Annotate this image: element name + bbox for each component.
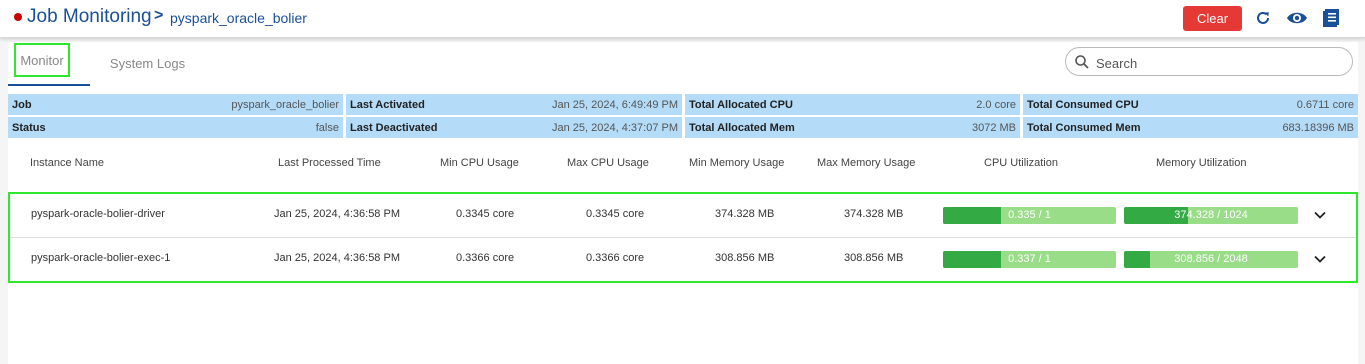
col-max-memory: Max Memory Usage — [817, 157, 916, 169]
summary-allocated-mem: Total Allocated Mem 3072 MB — [685, 117, 1020, 138]
eye-icon[interactable] — [1286, 9, 1307, 29]
tab-bar: Monitor System Logs — [8, 42, 1358, 86]
summary-allocated-cpu: Total Allocated CPU 2.0 core — [685, 94, 1020, 115]
col-min-cpu: Min CPU Usage — [440, 157, 519, 169]
min-memory-usage: 308.856 MB — [715, 252, 775, 264]
summary-job-value: pyspark_oracle_bolier — [231, 98, 339, 111]
summary-last-deactivated: Last Deactivated Jan 25, 2024, 4:37:07 P… — [346, 117, 682, 138]
summary-allocated-cpu-value: 2.0 core — [976, 98, 1016, 111]
search-box[interactable] — [1065, 47, 1353, 76]
memory-utilization-text: 374.328 / 1024 — [1174, 209, 1248, 221]
refresh-icon[interactable] — [1254, 9, 1274, 29]
tab-monitor[interactable]: Monitor — [8, 42, 90, 86]
summary-allocated-mem-value: 3072 MB — [971, 121, 1016, 134]
max-memory-usage: 308.856 MB — [844, 252, 904, 264]
table-row[interactable]: pyspark-oracle-bolier-exec-1 Jan 25, 202… — [10, 238, 1356, 281]
summary-job-label: Job — [12, 98, 32, 111]
summary-allocated-mem-label: Total Allocated Mem — [689, 121, 795, 134]
instance-name: pyspark-oracle-bolier-driver — [31, 208, 165, 220]
job-summary-grid: Job pyspark_oracle_bolier Status false L… — [8, 94, 1358, 139]
last-processed-time: Jan 25, 2024, 4:36:58 PM — [274, 252, 400, 264]
table-row[interactable]: pyspark-oracle-bolier-driver Jan 25, 202… — [10, 194, 1356, 238]
summary-allocated-cpu-label: Total Allocated CPU — [689, 98, 793, 111]
summary-last-activated-value: Jan 25, 2024, 6:49:49 PM — [552, 98, 678, 111]
min-cpu-usage: 0.3366 core — [456, 252, 515, 264]
tab-monitor-label: Monitor — [14, 43, 70, 77]
cpu-utilization-bar: 0.337 / 1 — [943, 251, 1116, 268]
summary-last-activated: Last Activated Jan 25, 2024, 6:49:49 PM — [346, 94, 682, 115]
table-header: Instance Name Last Processed Time Min CP… — [8, 157, 1358, 179]
memory-utilization-bar: 308.856 / 2048 — [1124, 251, 1298, 268]
last-processed-time: Jan 25, 2024, 4:36:58 PM — [274, 208, 400, 220]
summary-consumed-mem: Total Consumed Mem 683.18396 MB — [1023, 117, 1358, 138]
search-input[interactable] — [1094, 53, 1348, 73]
summary-consumed-mem-value: 683.18396 MB — [1282, 121, 1354, 134]
col-last-processed: Last Processed Time — [278, 157, 381, 169]
min-memory-usage: 374.328 MB — [715, 208, 775, 220]
cpu-utilization-bar: 0.335 / 1 — [943, 207, 1116, 224]
expand-chevron-down-icon[interactable] — [1313, 252, 1327, 266]
min-cpu-usage: 0.3345 core — [456, 208, 515, 220]
summary-status: Status false — [8, 117, 343, 138]
summary-consumed-mem-label: Total Consumed Mem — [1027, 121, 1141, 134]
search-icon — [1074, 54, 1090, 70]
col-memory-utilization: Memory Utilization — [1156, 157, 1247, 169]
summary-consumed-cpu-value: 0.6711 core — [1296, 98, 1354, 111]
content-panel: Monitor System Logs Instance Name Last P… — [8, 42, 1358, 364]
max-cpu-usage: 0.3345 core — [586, 208, 645, 220]
col-max-cpu: Max CPU Usage — [567, 157, 649, 169]
instance-rows: pyspark-oracle-bolier-driver Jan 25, 202… — [8, 192, 1358, 283]
col-instance-name: Instance Name — [30, 157, 104, 169]
summary-consumed-cpu: Total Consumed CPU 0.6711 core — [1023, 94, 1358, 115]
expand-chevron-down-icon[interactable] — [1313, 208, 1327, 222]
clear-button[interactable]: Clear — [1183, 6, 1242, 31]
summary-job: Job pyspark_oracle_bolier — [8, 94, 343, 115]
cpu-utilization-text: 0.337 / 1 — [1008, 253, 1051, 265]
log-book-icon[interactable] — [1322, 8, 1342, 28]
summary-status-value: false — [315, 121, 339, 134]
memory-utilization-bar: 374.328 / 1024 — [1124, 207, 1298, 224]
memory-utilization-text: 308.856 / 2048 — [1174, 253, 1248, 265]
max-memory-usage: 374.328 MB — [844, 208, 904, 220]
col-min-memory: Min Memory Usage — [689, 157, 785, 169]
instance-name: pyspark-oracle-bolier-exec-1 — [31, 252, 171, 264]
summary-last-activated-label: Last Activated — [350, 98, 425, 111]
max-cpu-usage: 0.3366 core — [586, 252, 645, 264]
summary-status-label: Status — [12, 121, 46, 134]
summary-last-deactivated-label: Last Deactivated — [350, 121, 438, 134]
page-title: Job Monitoring — [27, 6, 152, 27]
summary-consumed-cpu-label: Total Consumed CPU — [1027, 98, 1139, 111]
status-dot-icon — [14, 13, 22, 21]
tab-system-logs[interactable]: System Logs — [90, 42, 205, 84]
summary-last-deactivated-value: Jan 25, 2024, 4:37:07 PM — [552, 121, 678, 134]
col-cpu-utilization: CPU Utilization — [984, 157, 1058, 169]
cpu-utilization-text: 0.335 / 1 — [1008, 209, 1051, 221]
top-header: Job Monitoring > pyspark_oracle_bolier C… — [0, 0, 1365, 38]
breadcrumb-job-link[interactable]: pyspark_oracle_bolier — [170, 10, 307, 26]
breadcrumb-chevron-icon: > — [154, 7, 164, 24]
